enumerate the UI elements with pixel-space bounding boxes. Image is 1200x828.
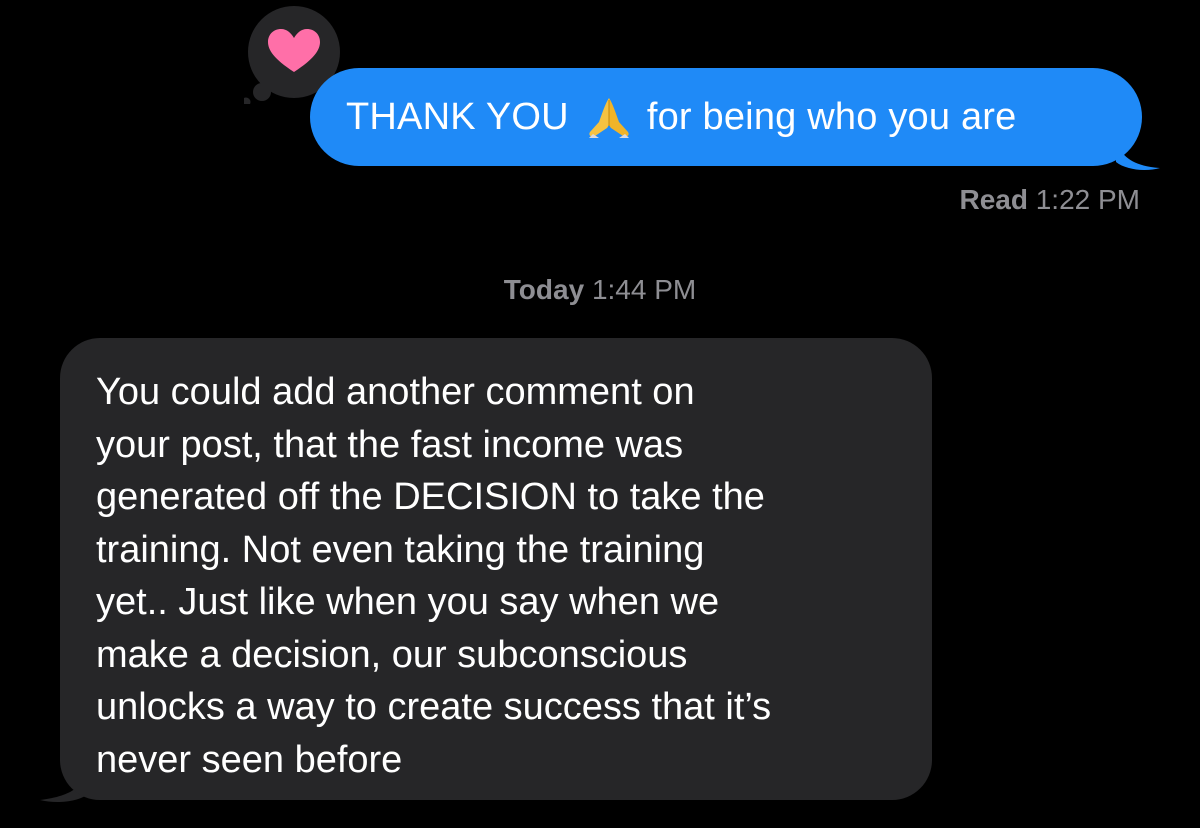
timestamp-day: Today [503,274,585,305]
incoming-message-bubble[interactable]: You could add another comment on your po… [60,338,932,800]
message-thread: THANK YOU for being who you are Read 1:2… [0,0,1200,828]
incoming-message-text: You could add another comment on your po… [96,371,772,781]
outgoing-message-text-start: THANK YOU [346,95,569,138]
read-label: Read [959,184,1028,215]
folded-hands-emoji-icon [588,98,629,138]
read-receipt: Read 1:22 PM [959,184,1140,216]
outgoing-message-bubble[interactable]: THANK YOU for being who you are [310,68,1142,166]
thread-timestamp: Today 1:44 PM [0,274,1200,306]
timestamp-time: 1:44 PM [591,274,697,305]
read-time: 1:22 PM [1035,184,1140,215]
outgoing-message-text-end: for being who you are [646,95,1017,138]
